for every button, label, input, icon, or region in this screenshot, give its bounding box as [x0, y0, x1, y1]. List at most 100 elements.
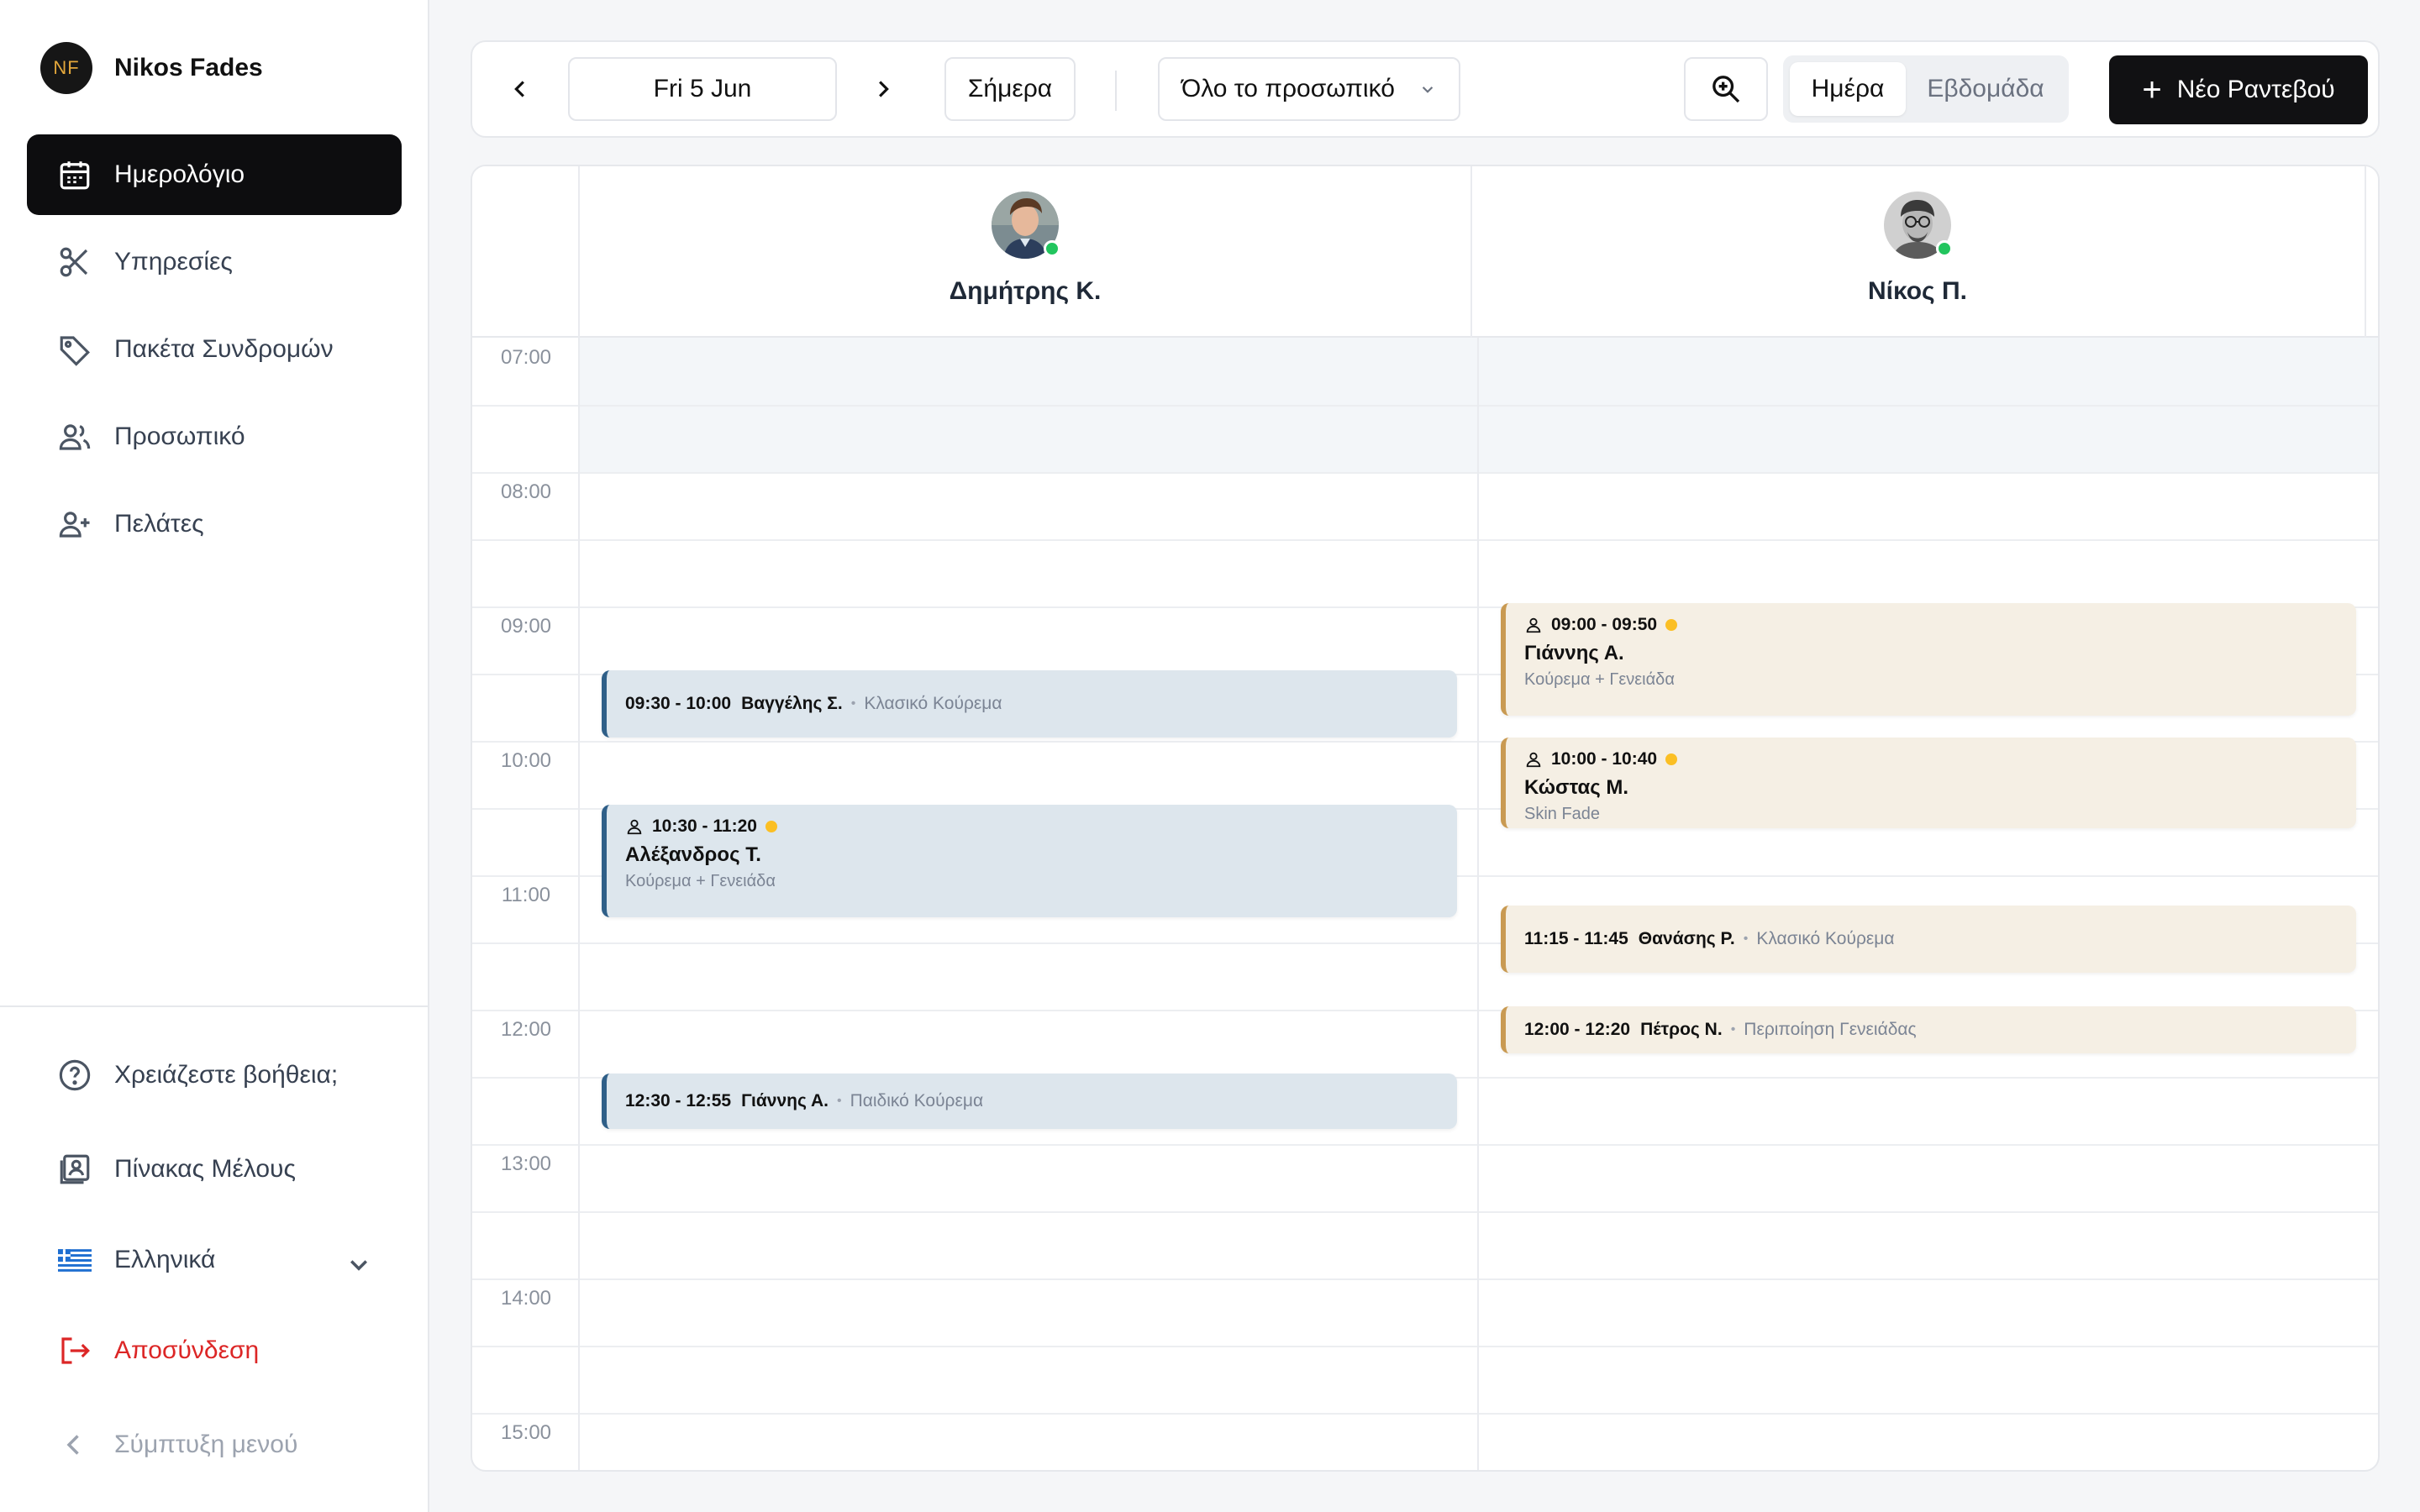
appointment-card[interactable]: 12:30 - 12:55 Γιάννης Α. • Παιδικό Κούρε… [602, 1074, 1457, 1129]
view-day-label: Ημέρα [1811, 75, 1885, 102]
grid-line [472, 1211, 2378, 1213]
appointment-service: Skin Fade [1524, 805, 1601, 823]
appointment-time: 09:30 - 10:00 [625, 694, 732, 713]
chevron-down-icon [350, 1260, 367, 1271]
time-label: 10:00 [500, 749, 552, 772]
user-icon [1526, 617, 1541, 633]
plus-icon: + [2142, 71, 2162, 108]
today-button[interactable]: Σήμερα [944, 57, 1076, 121]
appointment-service: Κούρεμα + Γενειάδα [1524, 670, 1675, 689]
language-select[interactable]: Ελληνικά [27, 1220, 402, 1300]
pending-status-dot [765, 821, 777, 832]
appointment-time: 11:15 - 11:45 [1524, 929, 1628, 948]
scissors-icon [55, 243, 94, 281]
staff-avatar [992, 192, 1060, 259]
staff-column-header-nikos[interactable]: Νίκος Π. [1791, 192, 2044, 318]
staff-name: Δημήτρης Κ. [949, 277, 1102, 305]
help-link[interactable]: Χρειάζεστε βοήθεια; [27, 1035, 402, 1116]
time-label: 12:00 [500, 1018, 552, 1041]
zoom-button[interactable] [1684, 57, 1768, 121]
nav-item-services[interactable]: Υπηρεσίες [27, 222, 402, 302]
online-status-dot [1044, 240, 1060, 257]
chevron-down-icon [1422, 87, 1434, 93]
appointment-card[interactable]: 09:30 - 10:00 Βαγγέλης Σ. • Κλασικό Κούρ… [602, 670, 1457, 738]
grid-line [472, 1278, 2378, 1280]
users-icon [55, 417, 94, 456]
id-card-icon [55, 1150, 94, 1189]
avatar: NF [40, 42, 92, 94]
appointment-card[interactable]: 12:00 - 12:20 Πέτρος Ν. • Περιποίηση Γεν… [1501, 1006, 2356, 1053]
help-label: Χρειάζεστε βοήθεια; [114, 1061, 339, 1089]
chevron-left-icon [55, 1425, 94, 1464]
staff-filter-select[interactable]: Όλο το προσωπικό [1158, 57, 1460, 121]
appointment-card[interactable]: 11:15 - 11:45 Θανάσης Ρ. • Κλασικό Κούρε… [1501, 906, 2356, 973]
grid-line [472, 472, 2378, 474]
appointment-service: Κλασικό Κούρεμα [1756, 929, 1895, 948]
time-label: 14:00 [500, 1287, 552, 1310]
logout-button[interactable]: Αποσύνδεση [27, 1310, 402, 1391]
nav-label: Πακέτα Συνδρομών [114, 335, 334, 363]
staff-column-divider [1477, 338, 1479, 1470]
separator-dot: • [1743, 932, 1749, 946]
appointment-client: Γιάννης Α. [1524, 642, 1624, 664]
time-label: 08:00 [500, 480, 552, 503]
next-day-button[interactable] [859, 57, 906, 121]
nav-item-staff[interactable]: Προσωπικό [27, 396, 402, 477]
column-divider [578, 166, 580, 338]
calendar-toolbar: Fri 5 Jun Σήμερα Όλο το προσωπικό Ημέρα … [471, 40, 2380, 138]
staff-column-header-dimitris[interactable]: Δημήτρης Κ. [899, 192, 1151, 318]
staff-name: Νίκος Π. [1868, 277, 1967, 305]
appointment-service: Περιποίηση Γενειάδας [1744, 1020, 1917, 1039]
view-day-button[interactable]: Ημέρα [1790, 62, 1906, 116]
help-icon [55, 1056, 94, 1095]
current-date: Fri 5 Jun [653, 75, 752, 102]
view-toggle: Ημέρα Εβδομάδα [1783, 55, 2069, 123]
nav-item-calendar[interactable]: Ημερολόγιο [27, 134, 402, 215]
view-week-button[interactable]: Εβδομάδα [1909, 62, 2062, 116]
new-appointment-button[interactable]: + Νέο Ραντεβού [2109, 55, 2368, 124]
appointment-time: 10:30 - 11:20 [652, 816, 757, 836]
time-label: 07:00 [500, 346, 552, 369]
collapse-label: Σύμπτυξη μενού [114, 1431, 298, 1458]
appointment-card[interactable]: 10:00 - 10:40 Κώστας Μ. Skin Fade [1501, 738, 2356, 828]
member-board-link[interactable]: Πίνακας Μέλους [27, 1129, 402, 1210]
appointment-time: 09:00 - 09:50 [1551, 615, 1658, 634]
grid-line [472, 1413, 2378, 1415]
appointment-time: 12:30 - 12:55 [625, 1091, 732, 1110]
separator-dot: • [836, 1094, 842, 1108]
today-label: Σήμερα [967, 75, 1053, 102]
time-label: 15:00 [500, 1421, 552, 1444]
collapse-menu-button[interactable]: Σύμπτυξη μενού [27, 1404, 402, 1485]
time-label: 09:00 [500, 615, 552, 638]
chevron-right-icon [879, 81, 889, 97]
logout-icon [55, 1331, 94, 1370]
tag-icon [55, 330, 94, 369]
staff-avatar [1884, 192, 1953, 259]
appointment-card[interactable]: 10:30 - 11:20 Αλέξανδρος Τ. Κούρεμα + Γε… [602, 805, 1457, 917]
user-icon [1526, 752, 1541, 768]
pending-status-dot [1665, 619, 1678, 631]
separator-dot: • [850, 696, 856, 711]
user-plus-icon [55, 505, 94, 543]
appointment-service: Κλασικό Κούρεμα [864, 694, 1002, 713]
appointment-client: Αλέξανδρος Τ. [625, 843, 761, 866]
chevron-left-icon [514, 81, 524, 97]
nav-item-clients[interactable]: Πελάτες [27, 484, 402, 564]
view-week-label: Εβδομάδα [1927, 75, 2044, 102]
nav-label: Πελάτες [114, 510, 204, 538]
column-divider [2365, 166, 2366, 338]
prev-day-button[interactable] [497, 57, 544, 121]
grid-line [472, 405, 2378, 407]
nav-item-packages[interactable]: Πακέτα Συνδρομών [27, 309, 402, 390]
appointment-service: Παιδικό Κούρεμα [850, 1091, 984, 1110]
day-calendar: Δημήτρης Κ. Νίκος Π. 07:00 08:00 09:00 1… [471, 165, 2380, 1472]
user-icon [627, 819, 642, 835]
member-board-label: Πίνακας Μέλους [114, 1155, 296, 1183]
appointment-card[interactable]: 09:00 - 09:50 Γιάννης Α. Κούρεμα + Γενει… [1501, 603, 2356, 716]
zoom-in-icon [1712, 76, 1740, 103]
profile-name: Nikos Fades [114, 54, 263, 81]
column-divider [1470, 166, 1472, 338]
date-picker-button[interactable]: Fri 5 Jun [568, 57, 837, 121]
time-label: 13:00 [500, 1152, 552, 1175]
profile[interactable]: NF Nikos Fades [40, 42, 263, 94]
